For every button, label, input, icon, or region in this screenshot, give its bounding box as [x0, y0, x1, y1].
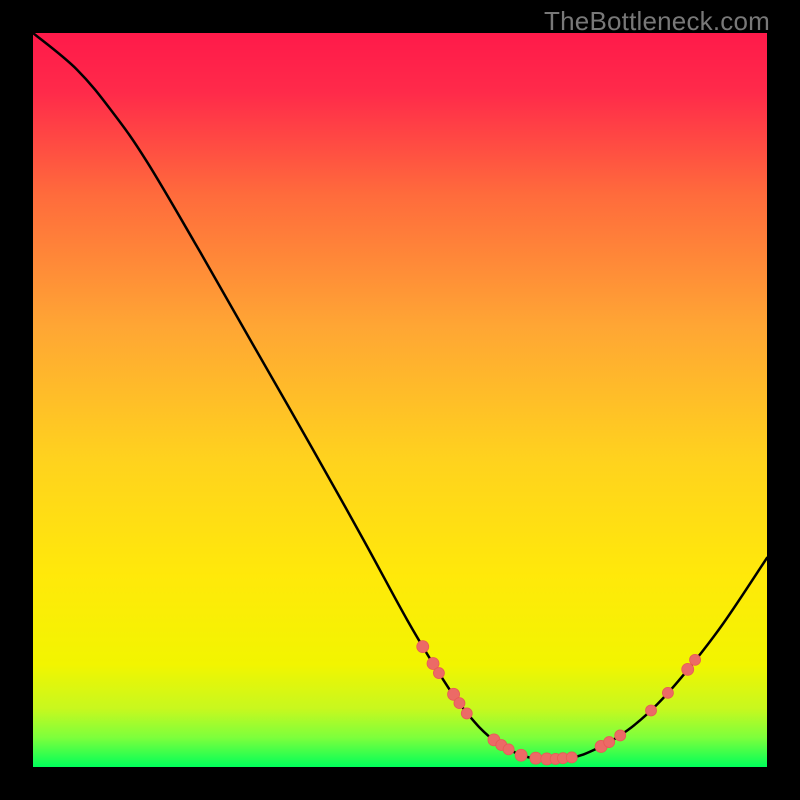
data-dot	[417, 641, 429, 653]
data-dot	[515, 749, 527, 761]
chart-frame	[33, 33, 767, 767]
data-dot	[454, 698, 465, 709]
data-dot	[646, 705, 657, 716]
data-dot	[461, 708, 472, 719]
data-dot	[503, 744, 514, 755]
data-dot	[682, 663, 694, 675]
data-dot	[662, 687, 673, 698]
data-dot	[530, 752, 542, 764]
chart-background	[33, 33, 767, 767]
data-dot	[566, 752, 577, 763]
chart-svg	[33, 33, 767, 767]
data-dot	[433, 668, 444, 679]
data-dot	[690, 654, 701, 665]
data-dot	[615, 730, 626, 741]
data-dot	[604, 737, 615, 748]
